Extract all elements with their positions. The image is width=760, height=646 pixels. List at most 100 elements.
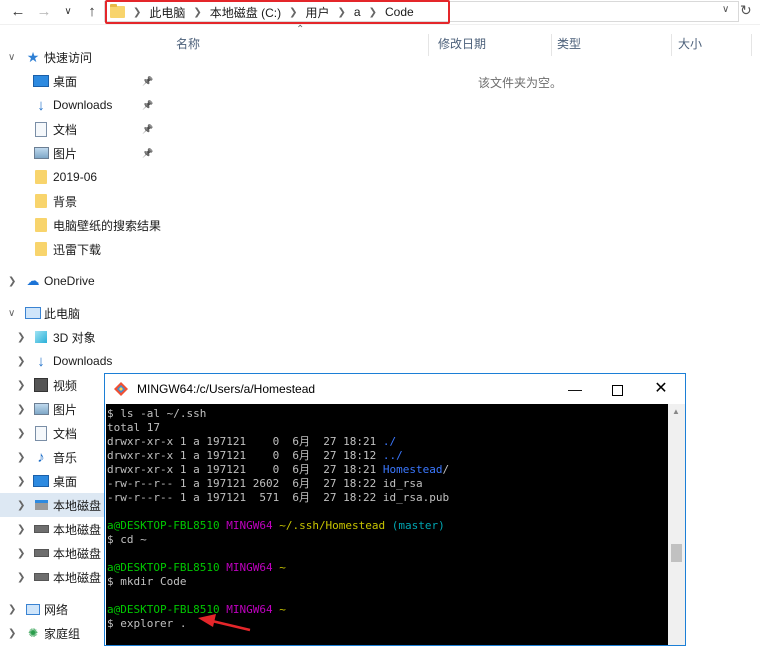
scrollbar-thumb[interactable] [671,544,682,562]
breadcrumb-users[interactable]: 用户 [306,4,330,21]
nav-item-label: 音乐 [53,450,78,465]
terminal-line: drwxr-xr-x 1 a 197121 0 6月 27 18:21 Home… [107,463,449,477]
address-dropdown-chevron-icon[interactable]: ∨ [722,4,729,15]
nav-item-label: 快速访问 [44,50,93,65]
nav-quick-access[interactable]: ∨ ★ 快速访问 [0,45,158,69]
terminal-window[interactable]: MINGW64:/c/Users/a/Homestead — ✕ $ ls -a… [104,373,686,646]
chevron-right-icon[interactable]: ❯ [17,524,25,535]
terminal-text: $ explorer . [107,617,187,630]
pin-icon[interactable]: 📌 [142,76,153,87]
breadcrumb-a[interactable]: a [354,5,361,19]
nav-item-label: 视频 [53,378,78,393]
chevron-right-icon[interactable]: ❯ [17,380,25,391]
refresh-icon[interactable]: ↻ [740,2,752,19]
scroll-up-arrow-icon[interactable]: ▲ [672,407,680,416]
nav-item-label: 文档 [53,122,78,137]
document-icon [33,121,49,137]
chevron-down-icon[interactable]: ∨ [8,52,15,63]
pin-icon[interactable]: 📌 [142,100,153,111]
terminal-line: a@DESKTOP-FBL8510 MINGW64 ~/.ssh/Homeste… [107,519,445,533]
breadcrumb-this-pc[interactable]: 此电脑 [149,4,185,21]
nav-item-label: 本地磁盘 [53,522,102,537]
terminal-text: drwxr-xr-x 1 a 197121 0 6月 27 18:21 [107,463,383,476]
nav-pc-item[interactable]: ❯ 3D 对象 [0,325,158,349]
chevron-right-icon[interactable]: ❯ [338,7,346,18]
column-header-type[interactable]: 类型 [557,32,581,56]
nav-quick-item[interactable]: 迅雷下载 [0,237,158,261]
nav-quick-item[interactable]: 电脑壁纸的搜索结果 [0,213,161,237]
chevron-right-icon[interactable]: ❯ [8,276,16,287]
nav-quick-item[interactable]: 桌面 📌 [0,69,158,93]
column-divider[interactable] [428,34,429,56]
3d-objects-icon [33,330,49,344]
drive-icon [33,570,49,584]
chevron-right-icon[interactable]: ❯ [17,404,25,415]
column-header-size[interactable]: 大小 [678,32,702,56]
terminal-title-bar[interactable]: MINGW64:/c/Users/a/Homestead — ✕ [105,374,685,404]
chevron-down-icon[interactable]: ∨ [8,308,15,319]
desktop-icon [33,74,49,88]
terminal-scrollbar[interactable]: ▲ [668,404,685,645]
column-divider[interactable] [671,34,672,56]
chevron-right-icon[interactable]: ❯ [17,500,25,511]
column-header-name[interactable]: 名称 [176,32,200,56]
nav-item-label: 网络 [44,602,69,617]
drive-icon [33,546,49,560]
chevron-right-icon[interactable]: ❯ [8,628,16,639]
video-icon [33,378,49,392]
nav-item-label: 文档 [53,426,78,441]
breadcrumb-local-disk[interactable]: 本地磁盘 (C:) [210,4,281,21]
nav-quick-item[interactable]: 2019-06 [0,165,158,189]
column-divider[interactable] [751,34,752,56]
chevron-right-icon[interactable]: ❯ [289,7,297,18]
terminal-text: $ cd ~ [107,533,147,546]
terminal-text: ./ [382,435,397,448]
chevron-right-icon[interactable]: ❯ [17,452,25,463]
maximize-icon[interactable] [599,378,635,400]
chevron-right-icon[interactable]: ❯ [369,7,377,18]
nav-this-pc[interactable]: ∨ 此电脑 [0,301,158,325]
star-icon: ★ [26,48,40,65]
picture-icon [33,402,49,416]
terminal-line: $ ls -al ~/.ssh [107,407,206,421]
chevron-right-icon[interactable]: ❯ [17,548,25,559]
pin-icon[interactable]: 📌 [142,148,153,159]
breadcrumb-code[interactable]: Code [385,5,414,19]
nav-item-label: 本地磁盘 [53,546,102,561]
nav-onedrive[interactable]: ❯ ☁ OneDrive [0,269,158,293]
column-headers: 名称 修改日期 类型 大小 [158,32,760,56]
terminal-text: a@DESKTOP-FBL8510 [107,561,227,574]
column-header-date-modified[interactable]: 修改日期 [438,32,486,56]
pin-icon[interactable]: 📌 [142,124,153,135]
nav-item-label: 图片 [53,146,78,161]
terminal-text: MINGW64 [226,561,280,574]
terminal-line: drwxr-xr-x 1 a 197121 0 6月 27 18:12 ../ [107,449,403,463]
nav-quick-item[interactable]: 背景 [0,189,158,213]
chevron-right-icon[interactable]: ❯ [133,7,141,18]
back-arrow-icon[interactable]: ← [8,2,28,22]
chevron-right-icon[interactable]: ❯ [17,476,25,487]
chevron-right-icon[interactable]: ❯ [17,332,25,343]
chevron-right-icon[interactable]: ❯ [17,356,25,367]
chevron-right-icon[interactable]: ❯ [17,428,25,439]
close-icon[interactable]: ✕ [643,378,679,400]
terminal-text: drwxr-xr-x 1 a 197121 0 6月 27 18:21 [107,435,383,448]
nav-quick-item[interactable]: 文档 📌 [0,117,158,141]
chevron-right-icon[interactable]: ❯ [193,7,201,18]
chevron-right-icon[interactable]: ❯ [17,572,25,583]
nav-pc-item[interactable]: ❯ ↓ Downloads [0,349,158,373]
minimize-icon[interactable]: — [557,378,593,400]
column-divider[interactable] [551,34,552,56]
nav-quick-item[interactable]: 图片 📌 [0,141,158,165]
recent-locations-chevron-icon[interactable]: ∨ [58,2,78,22]
forward-arrow-icon[interactable]: → [34,2,54,22]
up-arrow-icon[interactable]: ↑ [82,2,102,22]
homegroup-icon: ✺ [27,626,39,640]
terminal-text: MINGW64 [226,519,280,532]
terminal-title: MINGW64:/c/Users/a/Homestead [137,382,316,396]
nav-quick-item[interactable]: ↓ Downloads 📌 [0,93,158,117]
nav-item-label: Downloads [53,98,113,112]
terminal-output[interactable]: $ ls -al ~/.ssh total 17 drwxr-xr-x 1 a 19… [106,404,668,645]
chevron-right-icon[interactable]: ❯ [8,604,16,615]
terminal-text: ../ [382,449,403,462]
